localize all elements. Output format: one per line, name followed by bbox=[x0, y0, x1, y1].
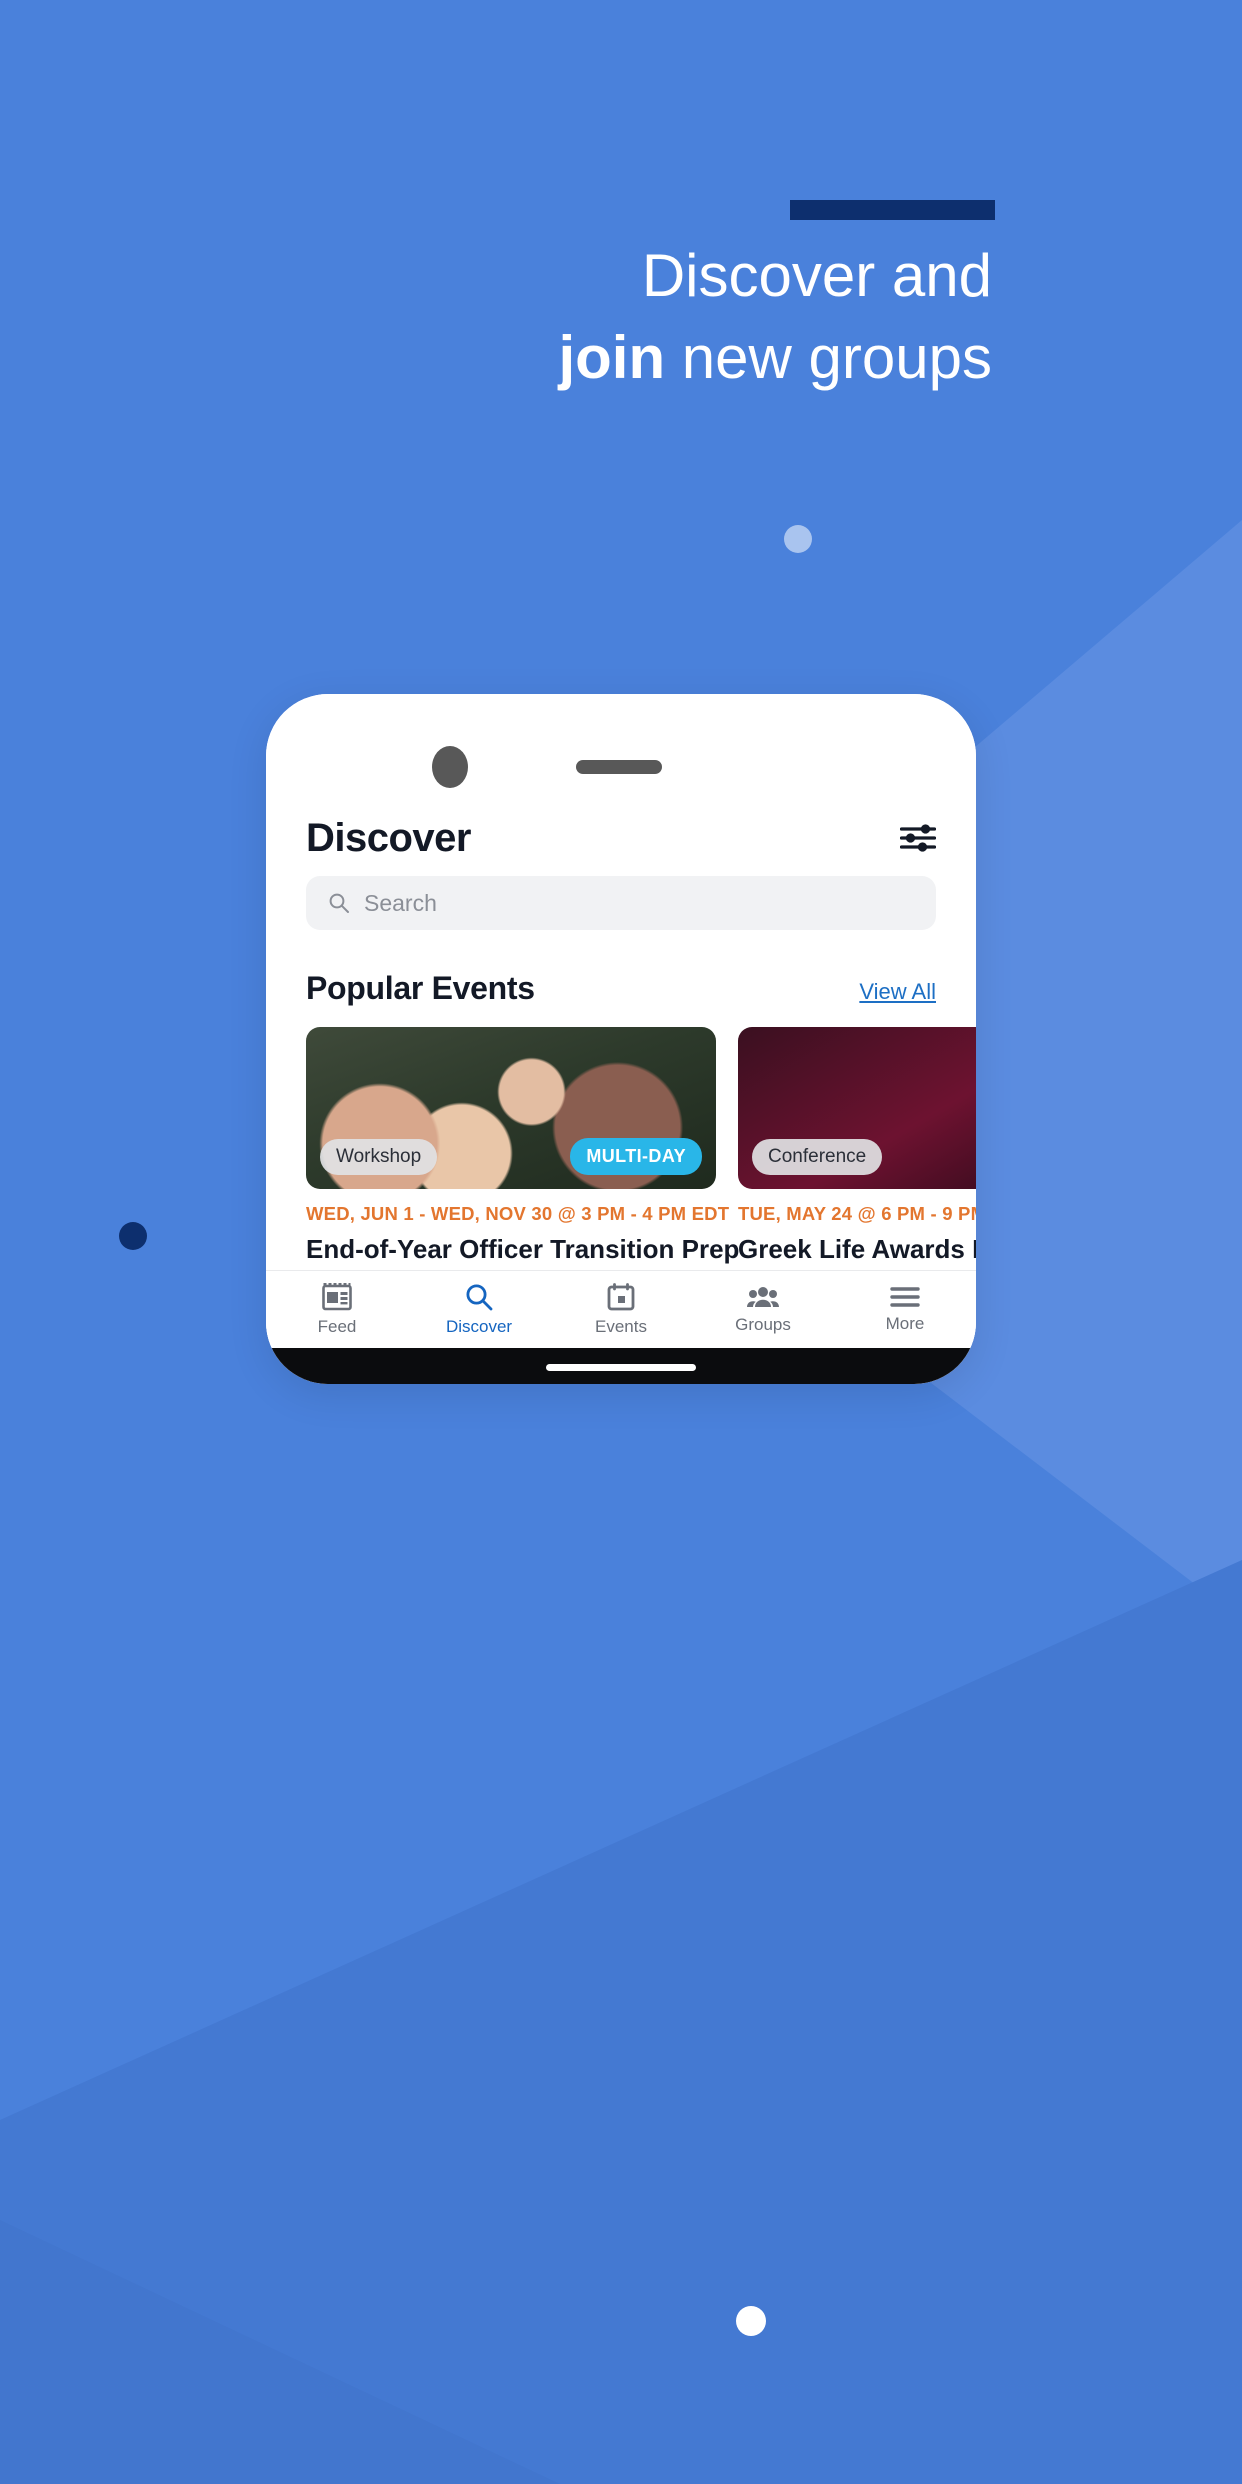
hero-line-1: Discover and bbox=[641, 242, 992, 309]
search-icon bbox=[329, 893, 349, 913]
event-date: TUE, MAY 24 @ 6 PM - 9 PM EDT bbox=[738, 1203, 976, 1224]
hero-rest: new groups bbox=[665, 324, 992, 391]
navy-dot bbox=[119, 1222, 147, 1250]
event-photo: Conference bbox=[738, 1027, 976, 1189]
home-indicator[interactable] bbox=[546, 1364, 696, 1371]
tab-label: More bbox=[885, 1313, 925, 1333]
event-title: End-of-Year Officer Transition Prep bbox=[306, 1234, 740, 1264]
hero-bold-word: join bbox=[558, 324, 666, 391]
hero-line-2: join new groups bbox=[0, 328, 992, 388]
tab-label: Discover bbox=[445, 1316, 513, 1336]
screen-title: Discover bbox=[306, 815, 471, 860]
feed-icon bbox=[322, 1282, 352, 1310]
tab-label: Events bbox=[595, 1316, 647, 1336]
people-icon bbox=[747, 1286, 779, 1307]
phone-speaker bbox=[576, 760, 662, 774]
phone-mockup: Discover Search Popular Events View All … bbox=[266, 694, 976, 1394]
section-title: Popular Events bbox=[306, 970, 535, 1006]
sliders-icon[interactable] bbox=[900, 823, 936, 853]
tab-more[interactable]: More bbox=[834, 1271, 976, 1348]
app-header: Discover bbox=[266, 806, 976, 870]
phone-screen: Discover Search Popular Events View All … bbox=[266, 694, 976, 1384]
event-badge-multiday: MULTI-DAY bbox=[570, 1138, 702, 1175]
white-dot bbox=[736, 2306, 766, 2336]
page-title: Discover and join new groups bbox=[0, 246, 992, 388]
tab-label: Feed bbox=[317, 1316, 357, 1336]
search-placeholder: Search bbox=[364, 889, 437, 916]
search-input[interactable]: Search bbox=[306, 876, 936, 930]
section-popular-events-header: Popular Events View All bbox=[266, 970, 976, 1007]
event-title: Greek Life Awards Banquet bbox=[738, 1234, 976, 1264]
event-tag: Workshop bbox=[320, 1139, 438, 1175]
tab-label: Groups bbox=[735, 1314, 791, 1334]
home-indicator-bar bbox=[266, 1348, 976, 1384]
bottom-navigation: Feed Discover Events Groups More bbox=[266, 1270, 976, 1348]
tab-discover[interactable]: Discover bbox=[408, 1271, 550, 1348]
search-area: Search bbox=[266, 870, 976, 930]
tab-groups[interactable]: Groups bbox=[692, 1271, 834, 1348]
calendar-icon bbox=[607, 1282, 635, 1310]
menu-icon bbox=[890, 1286, 920, 1307]
phone-camera bbox=[432, 746, 468, 788]
tab-feed[interactable]: Feed bbox=[266, 1271, 408, 1348]
light-blue-dot bbox=[784, 525, 812, 553]
view-all-events-link[interactable]: View All bbox=[859, 979, 936, 1005]
event-date: WED, JUN 1 - WED, NOV 30 @ 3 PM - 4 PM E… bbox=[306, 1203, 730, 1224]
screenshot-root: Discover and join new groups Discover Se… bbox=[0, 0, 1242, 2484]
search-icon bbox=[466, 1283, 493, 1310]
event-tag: Conference bbox=[752, 1139, 883, 1175]
event-photo: Workshop MULTI-DAY bbox=[306, 1027, 716, 1189]
tab-events[interactable]: Events bbox=[550, 1271, 692, 1348]
hero-accent-bar bbox=[790, 200, 995, 220]
